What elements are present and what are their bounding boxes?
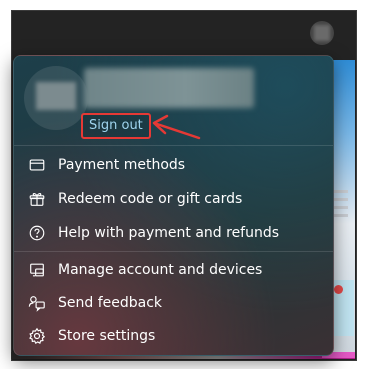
menu-item-store-settings[interactable]: Store settings [14,320,333,352]
menu-item-label: Store settings [58,328,156,344]
profile-name-redacted [84,68,254,108]
menu-item-label: Manage account and devices [58,262,263,278]
background-close-icon [334,285,343,294]
profile-avatar [24,66,88,130]
header-avatar[interactable] [310,21,334,45]
menu-item-label: Payment methods [58,157,186,173]
menu-item-label: Send feedback [58,295,163,311]
help-circle-icon [27,223,47,243]
feedback-icon [27,293,47,313]
menu-item-help-payment[interactable]: Help with payment and refunds [14,217,333,249]
credit-card-icon [27,155,47,175]
menu-item-payment-methods[interactable]: Payment methods [14,149,333,181]
menu-item-label: Redeem code or gift cards [58,191,243,207]
sign-out-link[interactable]: Sign out [81,113,151,139]
menu-item-label: Help with payment and refunds [58,225,280,241]
menu-item-send-feedback[interactable]: Send feedback [14,287,333,319]
profile-avatar-image [36,82,76,110]
gift-icon [27,189,47,209]
menu-divider [14,145,333,146]
menu-divider [14,251,333,252]
devices-icon [27,260,47,280]
menu-item-manage-account[interactable]: Manage account and devices [14,254,333,286]
account-flyout-menu: Sign out Payment methods Redeem code or … [13,55,334,356]
gear-icon [27,326,47,346]
menu-item-redeem-code[interactable]: Redeem code or gift cards [14,183,333,215]
annotation-arrow-icon [152,114,201,140]
screenshot-frame: Sign out Payment methods Redeem code or … [0,0,365,369]
header-avatar-image [314,25,330,41]
